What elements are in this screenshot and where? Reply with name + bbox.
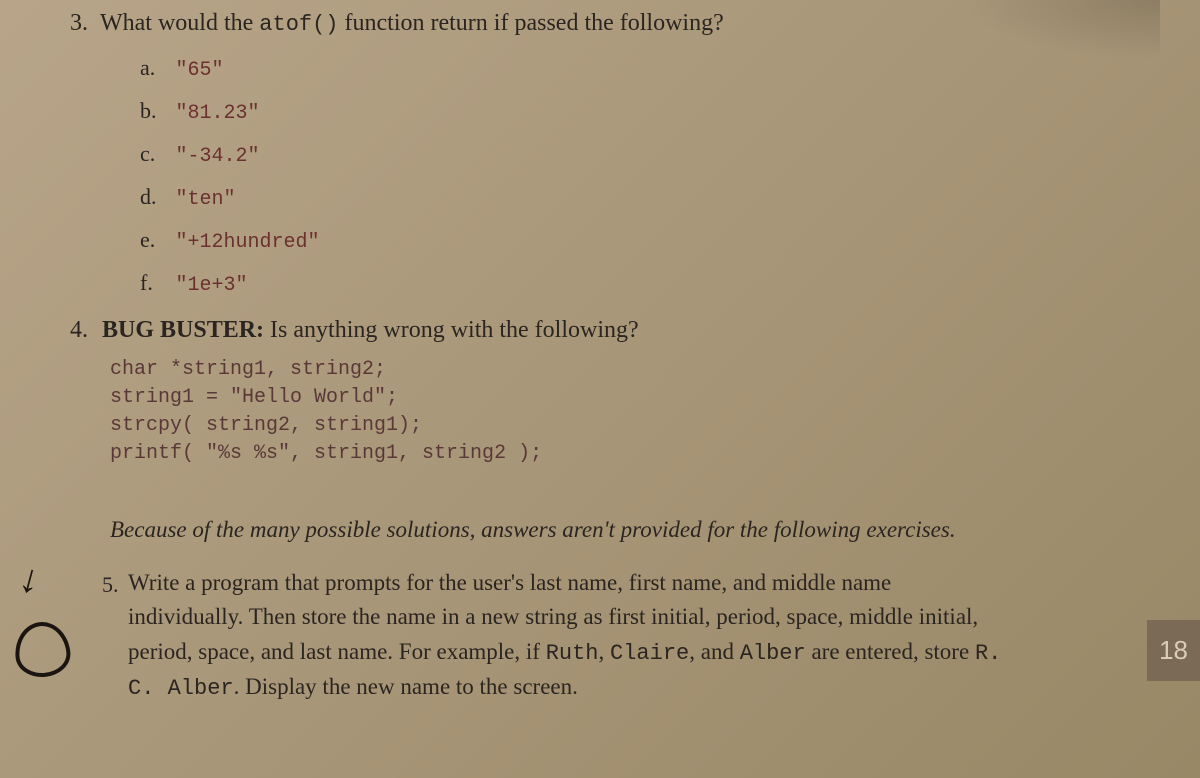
opt-e-letter: e. — [140, 227, 170, 253]
q4-code-block: char *string1, string2; string1 = "Hello… — [110, 356, 1120, 468]
q4-title-line: 4. BUG BUSTER: Is anything wrong with th… — [70, 317, 1120, 344]
q3-text-part1: What would the — [100, 10, 259, 36]
q5-part3: , and — [689, 639, 739, 664]
q5-number: 5. — [102, 568, 119, 601]
q5-code-alber: Alber — [740, 641, 806, 666]
option-b: b. "81.23" — [140, 98, 1120, 125]
opt-f-code: "1e+3" — [176, 274, 248, 297]
q3-text: What would the atof() function return if… — [100, 10, 724, 36]
opt-b-letter: b. — [140, 98, 170, 124]
question-4: 4. BUG BUSTER: Is anything wrong with th… — [70, 317, 1120, 468]
opt-c-letter: c. — [140, 141, 170, 167]
opt-c-code: "-34.2" — [176, 145, 260, 168]
option-f: f. "1e+3" — [140, 270, 1120, 297]
q5-code-claire: Claire — [610, 641, 689, 666]
option-c: c. "-34.2" — [140, 141, 1120, 168]
option-e: e. "+12hundred" — [140, 227, 1120, 254]
opt-a-code: "65" — [176, 59, 224, 82]
q4-bug-buster: BUG BUSTER: — [102, 317, 264, 343]
opt-d-letter: d. — [140, 184, 170, 210]
question-3: 3. What would the atof() function return… — [70, 10, 1120, 297]
q4-number: 4. — [70, 317, 88, 344]
chapter-tab: 18 — [1147, 620, 1200, 681]
opt-b-code: "81.23" — [176, 102, 260, 125]
opt-f-letter: f. — [140, 270, 170, 296]
q5-part2: , — [599, 639, 611, 664]
q4-text: Is anything wrong with the following? — [264, 317, 639, 343]
q5-part5: . Display the new name to the screen. — [234, 674, 578, 699]
q3-text-part2: function return if passed the following? — [339, 10, 724, 36]
q5-text-body: Write a program that prompts for the use… — [128, 566, 1120, 705]
opt-a-letter: a. — [140, 55, 170, 81]
opt-e-code: "+12hundred" — [176, 231, 320, 254]
exercises-note: Because of the many possible solutions, … — [110, 513, 1020, 548]
page-content: 3. What would the atof() function return… — [0, 0, 1200, 715]
q5-code-ruth: Ruth — [546, 641, 599, 666]
q5-part4: are entered, store — [806, 639, 975, 664]
question-5: 5. Write a program that prompts for the … — [100, 566, 1120, 705]
option-a: a. "65" — [140, 55, 1120, 82]
q3-code-atof: atof() — [259, 12, 338, 37]
opt-d-code: "ten" — [176, 188, 236, 211]
option-d: d. "ten" — [140, 184, 1120, 211]
q3-number: 3. — [70, 10, 88, 37]
q3-options: a. "65" b. "81.23" c. "-34.2" d. "ten" e… — [140, 55, 1120, 297]
